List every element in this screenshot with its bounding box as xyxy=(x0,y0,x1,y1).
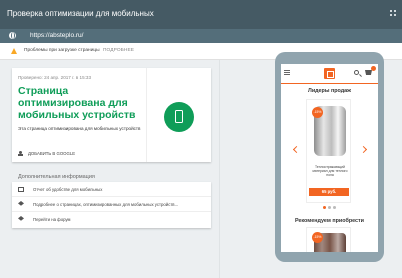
list-item-label: Отчет об удобстве для мобильных xyxy=(33,187,103,192)
product-name: Теплоотражающий материал для теплого пол… xyxy=(312,165,348,178)
url-bar: https://absteplo.ru/ xyxy=(0,29,402,43)
app-header: Проверка оптимизации для мобильных xyxy=(0,0,402,29)
app-title: Проверка оптимизации для мобильных xyxy=(7,9,154,18)
school-icon xyxy=(18,201,24,206)
verdict-heading: Страница оптимизирована для мобильных ус… xyxy=(18,85,136,121)
result-card: Проверено: 24 апр. 2017 г. в 15:33 Стран… xyxy=(12,68,211,162)
product-card: -15% xyxy=(306,227,351,252)
chevron-right-icon xyxy=(359,145,368,154)
preview-screen[interactable]: Лидеры продаж -15% Теплоотражающий матер… xyxy=(281,64,378,252)
school-icon xyxy=(18,216,24,221)
verdict-description: Эта страница оптимизирована для мобильны… xyxy=(18,126,141,131)
site-logo xyxy=(324,68,335,79)
panel-divider xyxy=(219,60,220,278)
globe-icon xyxy=(9,32,16,39)
chevron-left-icon xyxy=(292,145,301,154)
card-divider xyxy=(146,68,147,162)
warning-icon xyxy=(11,48,17,54)
additional-info-list: Отчет об удобстве для мобильных Подробне… xyxy=(12,182,211,228)
add-to-google-button[interactable]: ДОБАВИТЬ В GOOGLE xyxy=(28,151,75,156)
chart-box-icon xyxy=(18,187,24,192)
product-price: 65 руб. xyxy=(309,188,349,196)
discount-badge: -15% xyxy=(312,232,323,243)
apps-grid-icon[interactable] xyxy=(390,10,396,16)
list-item[interactable]: Подробнее о страницах, оптимизированных … xyxy=(12,197,211,212)
menu-icon xyxy=(284,70,290,75)
list-item[interactable]: Перейти на форум xyxy=(12,212,211,227)
carousel-dot xyxy=(333,206,336,209)
section-title-recommended: Рекомендуем приобрести xyxy=(294,218,365,224)
list-item[interactable]: Отчет об удобстве для мобильных xyxy=(12,182,211,197)
mobile-preview: Лидеры продаж -15% Теплоотражающий матер… xyxy=(275,52,384,262)
product-card: -15% Теплоотражающий материал для теплог… xyxy=(306,99,351,203)
carousel-dot xyxy=(328,206,331,209)
checked-timestamp: Проверено: 24 апр. 2017 г. в 15:33 xyxy=(18,75,92,80)
carousel-dot xyxy=(323,206,326,209)
tested-url[interactable]: https://absteplo.ru/ xyxy=(30,32,83,39)
smartphone-icon xyxy=(164,102,194,132)
section-title-bestsellers: Лидеры продаж xyxy=(308,88,351,94)
cart-badge xyxy=(371,66,376,71)
site-header xyxy=(281,64,378,84)
cart-icon xyxy=(365,70,372,75)
discount-badge: -15% xyxy=(312,107,323,118)
loading-issues-text: Проблемы при загрузке страницы xyxy=(24,48,100,53)
details-link[interactable]: ПОДРОБНЕЕ xyxy=(103,48,134,53)
person-icon xyxy=(18,151,23,156)
list-item-label: Перейти на форум xyxy=(33,217,71,222)
additional-info-title: Дополнительная информация xyxy=(18,174,95,180)
search-icon xyxy=(354,70,359,75)
list-item-label: Подробнее о страницах, оптимизированных … xyxy=(33,202,179,207)
